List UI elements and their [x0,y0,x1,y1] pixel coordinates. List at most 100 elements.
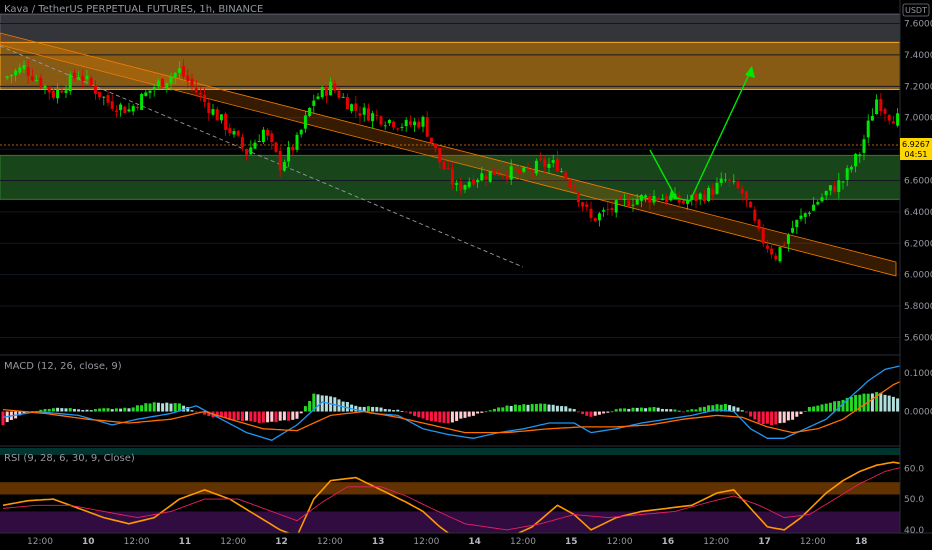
candle-body [295,134,299,150]
time-tick-label: 15 [565,537,578,547]
price-tick-label: 6.2000 [904,239,932,249]
macd-bar [812,406,816,412]
green-zone[interactable] [0,154,901,200]
candle-body [547,163,551,168]
macd-bar [736,407,740,412]
macd-bar [81,410,85,412]
candle-body [753,209,757,221]
macd-bar [60,408,64,412]
candle-body [303,115,307,129]
macd-bar [568,408,572,412]
candle-countdown: 04:51 [904,150,927,159]
macd-bar [77,409,81,412]
candle-body [135,106,139,109]
macd-bar [526,404,530,412]
macd-bar [169,403,173,412]
macd-bar [686,410,690,412]
candle-body [610,208,614,211]
candle-body [47,86,51,93]
candle-body [320,87,324,98]
macd-bar [602,411,606,414]
macd-title: MACD (12, 26, close, 9) [4,361,122,372]
price-tick-label: 7.4000 [904,51,932,61]
time-tick-label: 12:00 [27,537,53,547]
candle-body [329,81,333,96]
macd-bar [438,411,442,423]
macd-bar [597,411,601,415]
macd-bar [404,411,408,413]
time-tick-label: 12:00 [607,537,633,547]
macd-tick-label: 0.0000 [904,408,932,418]
macd-bar [161,403,165,412]
candle-body [576,192,580,203]
price-tick-label: 7.6000 [904,20,932,30]
candle-body [484,175,488,180]
macd-bar [387,409,391,412]
candle-body [127,109,131,112]
macd-bar [371,406,375,412]
candle-body [799,215,803,219]
macd-bar [539,403,543,412]
candle-body [803,213,807,217]
macd-bar [152,402,156,412]
macd-bar [501,407,505,412]
candle-body [522,167,526,172]
candle-body [665,196,669,203]
candle-body [22,65,26,70]
price-tick-label: 7.2000 [904,82,932,92]
candle-body [110,101,114,109]
orange-zone[interactable] [0,41,901,90]
candle-body [299,129,303,135]
macd-bar [282,411,286,421]
price-tick-label: 6.6000 [904,176,932,186]
macd-bar [618,408,622,412]
candle-body [362,107,366,115]
macd-bar [114,408,118,412]
candle-body [232,131,236,135]
candle-body [387,119,391,124]
macd-bar [295,411,299,419]
candle-body [123,106,127,113]
candle-body [509,166,513,180]
candle-body [152,87,156,90]
candle-body [585,204,589,208]
macd-bar [421,411,425,419]
macd-bar [564,406,568,412]
macd-bar [383,409,387,412]
candle-body [870,116,874,121]
macd-bar [316,394,320,412]
macd-bar [375,407,379,412]
candle-body [161,78,165,88]
macd-bar [442,411,446,423]
candle-body [30,76,34,81]
candle-body [396,128,400,130]
macd-bar [694,409,698,412]
candle-body [770,248,774,255]
candle-body [169,76,173,84]
macd-bar [593,411,597,416]
candle-body [165,82,169,88]
macd-bar [673,409,677,412]
candle-body [791,227,795,233]
candle-body [581,202,585,207]
candle-body [492,168,496,176]
candle-body [119,104,123,111]
candle-body [274,142,278,152]
candle-body [438,148,442,163]
candle-body [879,99,883,112]
candle-body [467,181,471,187]
candle-body [429,137,433,143]
chart-canvas[interactable]: 7.60007.40007.20007.00006.80006.60006.40… [0,0,932,550]
macd-bar [509,405,513,412]
gray-zone[interactable] [0,13,901,43]
candle-body [824,191,828,196]
macd-bar [459,411,463,419]
candle-body [64,90,68,93]
candle-body [215,109,219,121]
macd-bar [824,403,828,412]
candle-body [597,213,601,221]
time-tick-label: 18 [855,537,868,547]
candle-body [182,66,186,77]
macd-bar [173,403,177,412]
macd-bar [879,392,883,412]
